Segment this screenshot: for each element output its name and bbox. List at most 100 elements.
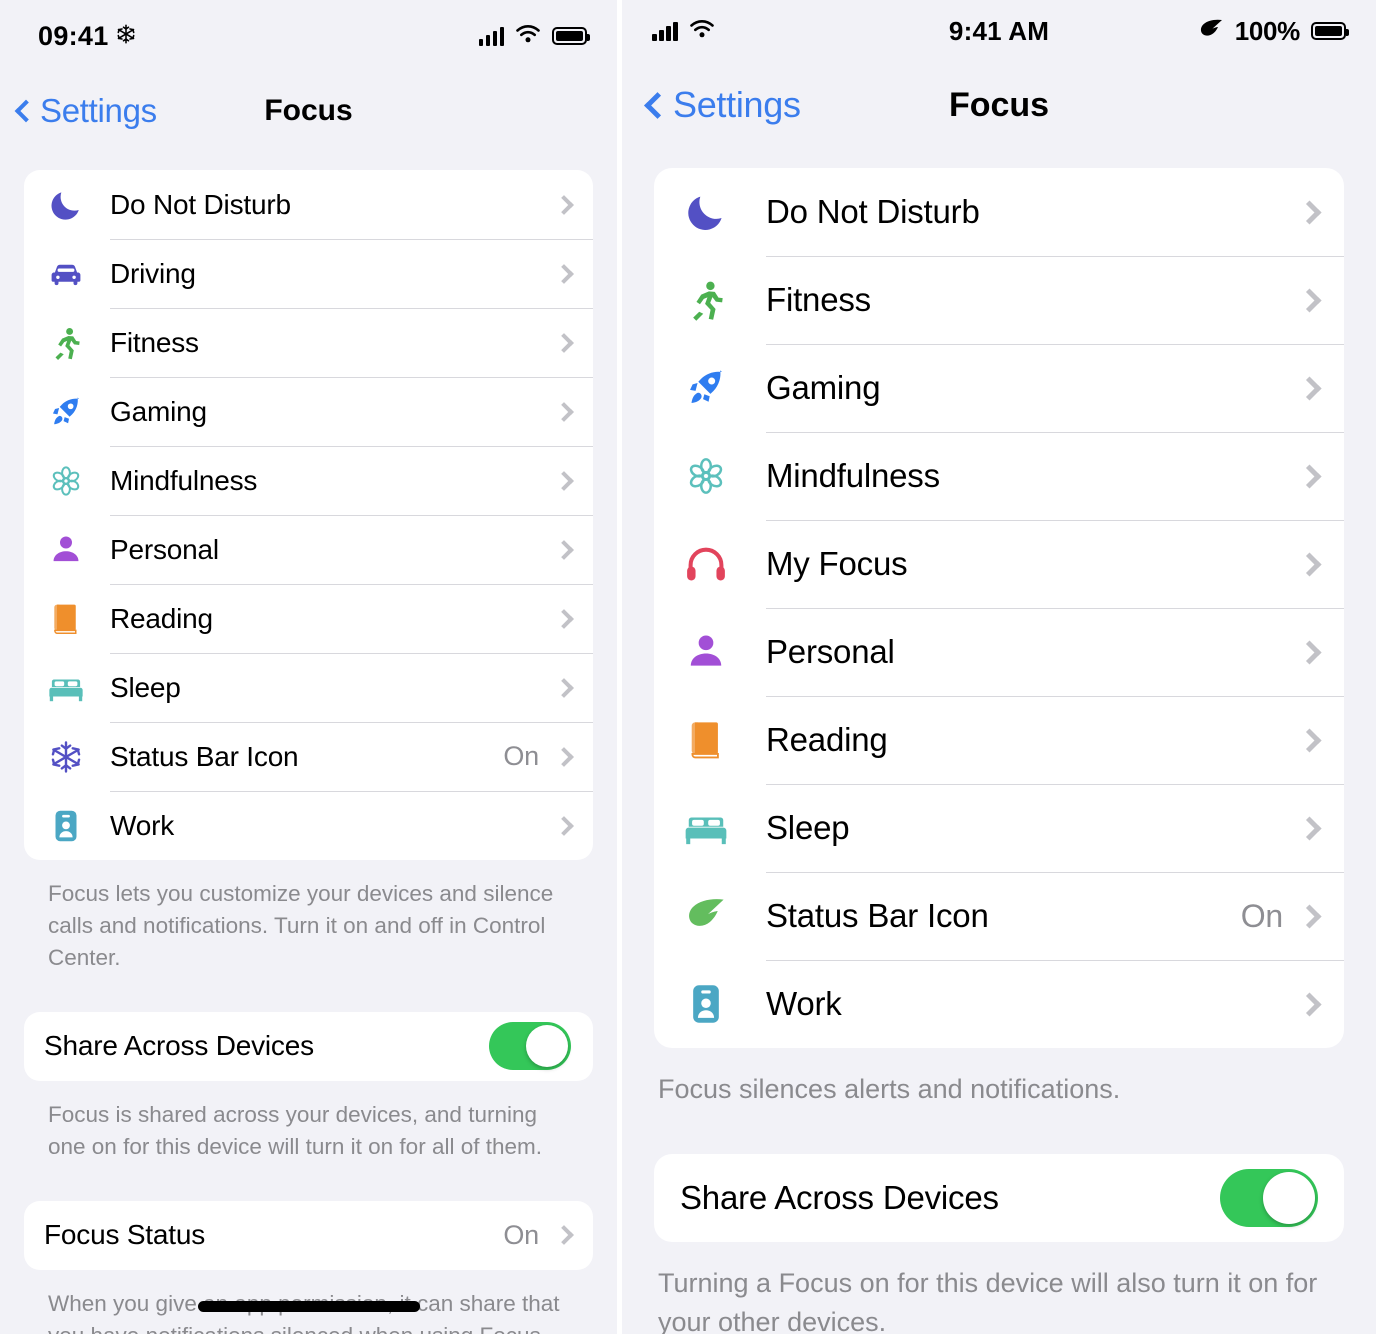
bed-icon (680, 802, 732, 854)
chevron-right-icon (554, 539, 574, 560)
focus-list-row-label: Mindfulness (110, 464, 258, 496)
focus-list-row[interactable]: Work (654, 960, 1344, 1048)
focus-list-row-label: My Focus (766, 545, 908, 582)
chevron-right-icon (554, 332, 574, 353)
car-icon (44, 252, 88, 296)
battery-full-icon (1311, 22, 1349, 40)
share-across-devices-toggle[interactable] (1220, 1169, 1318, 1228)
right-share-footer: Turning a Focus on for this device will … (658, 1268, 1318, 1334)
focus-list-row[interactable]: Status Bar Icon On (24, 722, 593, 791)
moon-icon (44, 183, 88, 227)
focus-list-row-label: Sleep (110, 671, 181, 703)
focus-list-row[interactable]: Fitness (654, 256, 1344, 344)
focus-list-row-value: On (1240, 897, 1283, 934)
focus-list-row-label: Sleep (766, 809, 850, 846)
right-focus-footer: Focus silences alerts and notifications. (658, 1074, 1121, 1104)
wifi-icon (689, 19, 715, 44)
left-focus-list-card: Do Not Disturb Driving Fitness Gaming Mindfu… (24, 170, 593, 860)
chevron-right-icon (554, 677, 574, 698)
rocket-icon (44, 390, 88, 434)
focus-list-row[interactable]: Fitness (24, 308, 593, 377)
focus-list-row[interactable]: Mindfulness (654, 432, 1344, 520)
left-top-spacer (0, 150, 617, 170)
focus-list-row[interactable]: Mindfulness (24, 446, 593, 515)
focus-list-row[interactable]: My Focus (654, 520, 1344, 608)
focus-list-row-label: Reading (110, 602, 213, 634)
left-status-bar: 09:41 (0, 0, 617, 72)
focus-status-label: Focus Status (44, 1219, 206, 1251)
chevron-right-icon (1297, 375, 1322, 401)
chevron-left-icon (14, 99, 38, 123)
dual-screenshot-comparison: 09:41 Settings Focus Do Not Disturb Driv… (0, 0, 1376, 1334)
focus-list-row[interactable]: Work (24, 791, 593, 860)
focus-list-row[interactable]: Driving (24, 239, 593, 308)
focus-list-row[interactable]: Do Not Disturb (654, 168, 1344, 256)
chevron-left-icon (644, 91, 671, 119)
id-badge-icon (44, 804, 88, 848)
focus-list-row-label: Driving (110, 257, 196, 289)
focus-list-row-label: Mindfulness (766, 457, 940, 494)
share-across-devices-row[interactable]: Share Across Devices (654, 1154, 1344, 1242)
focus-list-row[interactable]: Personal (654, 608, 1344, 696)
focus-list-row[interactable]: Sleep (654, 784, 1344, 872)
toggle-knob (526, 1025, 568, 1068)
back-to-settings-button[interactable]: Settings (12, 92, 157, 130)
person-icon (680, 626, 732, 678)
left-nav-bar: Settings Focus (0, 72, 617, 150)
left-focus-status-card: Focus Status On (24, 1200, 593, 1270)
back-to-settings-button[interactable]: Settings (644, 84, 801, 126)
focus-list-row-label: Do Not Disturb (110, 188, 291, 220)
focus-list-row[interactable]: Gaming (654, 344, 1344, 432)
focus-status-row[interactable]: Focus Status On (24, 1201, 593, 1270)
focus-list-row[interactable]: Do Not Disturb (24, 170, 593, 239)
share-across-devices-row[interactable]: Share Across Devices (24, 1012, 593, 1081)
toggle-knob (1263, 1172, 1315, 1225)
rocket-icon (680, 362, 732, 414)
focus-list-row-label: Do Not Disturb (766, 193, 980, 230)
focus-list-row[interactable]: Reading (24, 584, 593, 653)
back-button-label: Settings (673, 84, 801, 125)
cellular-signal-icon (478, 26, 504, 46)
right-phone-screen: 9:41 AM 100% Settings Focus Do Not Distu… (622, 0, 1376, 1334)
snowflake-icon (44, 735, 88, 779)
focus-list-row[interactable]: Status Bar Icon On (654, 872, 1344, 960)
right-status-left-indicators (652, 19, 715, 44)
focus-list-row-label: Work (766, 985, 842, 1022)
left-focus-footer: Focus lets you customize your devices an… (48, 881, 554, 970)
left-share-footer: Focus is shared across your devices, and… (48, 1101, 542, 1159)
chevron-right-icon (1297, 991, 1322, 1017)
focus-list-row-label: Fitness (110, 326, 199, 358)
leaf-icon (680, 890, 732, 942)
battery-percent-label: 100% (1234, 15, 1301, 46)
person-icon (44, 528, 88, 572)
focus-list-row-label: Status Bar Icon (766, 897, 989, 934)
focus-list-row[interactable]: Gaming (24, 377, 593, 446)
chevron-right-icon (1297, 551, 1322, 577)
chevron-right-icon (554, 263, 574, 284)
focus-list-row[interactable]: Personal (24, 515, 593, 584)
share-across-devices-toggle[interactable] (489, 1022, 571, 1071)
share-across-devices-label: Share Across Devices (44, 1030, 314, 1062)
chevron-right-icon (1297, 199, 1322, 225)
focus-list-row-label: Status Bar Icon (110, 740, 299, 772)
running-person-icon (680, 274, 732, 326)
chevron-right-icon (1297, 287, 1322, 313)
chevron-right-icon (554, 401, 574, 422)
home-indicator (197, 1301, 420, 1312)
left-status-time-group: 09:41 (38, 21, 137, 52)
focus-list-row-label: Personal (110, 533, 219, 565)
bed-icon (44, 666, 88, 710)
focus-list-row[interactable]: Sleep (24, 653, 593, 722)
focus-list-row[interactable]: Reading (654, 696, 1344, 784)
chevron-right-icon (1297, 639, 1322, 665)
right-nav-bar: Settings Focus (622, 62, 1376, 148)
right-section-gap-1 (622, 1108, 1376, 1154)
chevron-right-icon (554, 470, 574, 491)
share-across-devices-label: Share Across Devices (680, 1179, 999, 1217)
leaf-icon (1198, 18, 1224, 45)
battery-full-icon (552, 27, 590, 45)
chevron-right-icon (1297, 463, 1322, 489)
left-status-indicators (478, 24, 590, 49)
flower-icon (680, 450, 732, 502)
running-person-icon (44, 321, 88, 365)
